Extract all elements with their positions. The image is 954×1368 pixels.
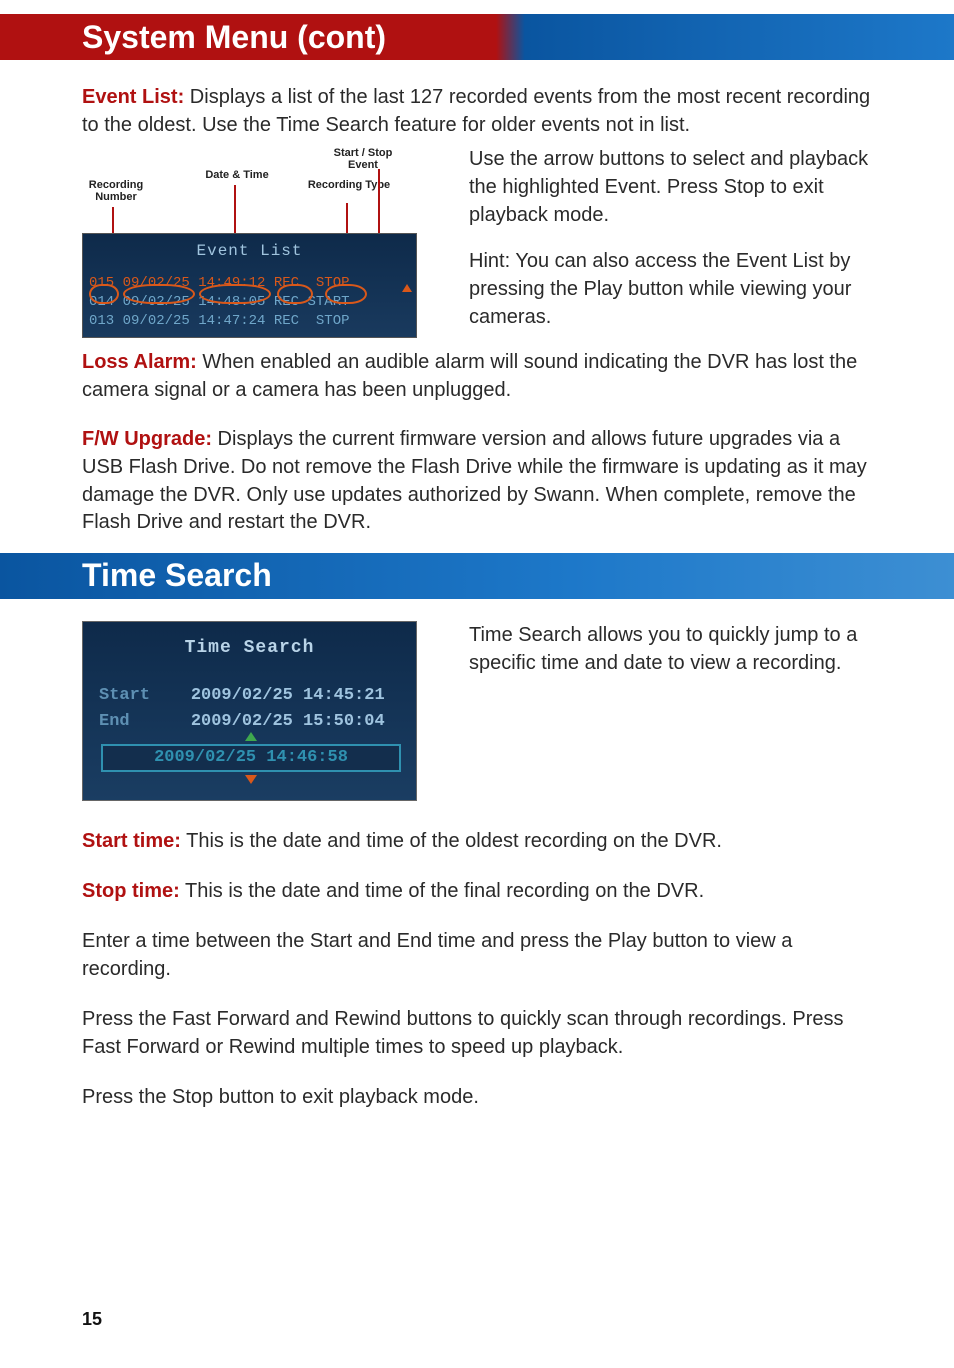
fast-forward-paragraph: Press the Fast Forward and Rewind button… <box>82 1005 872 1061</box>
start-time-label: Start time: <box>82 830 181 852</box>
section-heading-1: System Menu (cont) <box>82 19 386 56</box>
section-heading-2: Time Search <box>82 557 272 594</box>
stop-time-text: This is the date and time of the final r… <box>180 880 704 902</box>
highlight-oval-icon <box>199 284 271 304</box>
enter-time-paragraph: Enter a time between the Start and End t… <box>82 927 872 983</box>
start-time-paragraph: Start time: This is the date and time of… <box>82 827 872 855</box>
ts-end-value: 2009/02/25 15:50:04 <box>191 712 385 731</box>
highlight-oval-icon <box>123 284 195 304</box>
loss-alarm-label: Loss Alarm: <box>82 351 197 373</box>
arrow-up-green-icon <box>245 732 257 741</box>
stop-paragraph: Press the Stop button to exit playback m… <box>82 1083 872 1111</box>
time-search-side-text: Time Search allows you to quickly jump t… <box>469 621 872 677</box>
event-list-label: Event List: <box>82 86 184 108</box>
fw-upgrade-paragraph: F/W Upgrade: Displays the current firmwa… <box>82 426 872 536</box>
section-heading-band-2: Time Search <box>0 553 954 599</box>
ts-start-label: Start <box>99 686 150 705</box>
loss-alarm-text: When enabled an audible alarm will sound… <box>82 351 857 401</box>
time-search-screen: Time Search Start 2009/02/25 14:45:21 En… <box>82 621 417 801</box>
event-side-p1: Use the arrow buttons to select and play… <box>469 145 872 229</box>
stop-time-label: Stop time: <box>82 880 180 902</box>
label-recording-type: Recording Type <box>304 179 394 191</box>
label-start-stop-event: Start / Stop Event <box>318 147 408 171</box>
stop-time-paragraph: Stop time: This is the date and time of … <box>82 877 872 905</box>
event-list-screen-title: Event List <box>83 240 416 262</box>
section-heading-band: System Menu (cont) <box>0 14 954 60</box>
arrow-down-orange-icon <box>245 775 257 784</box>
event-list-screen: Event List 015 09/02/25 14:49:12 REC STO… <box>82 233 417 338</box>
fw-upgrade-label: F/W Upgrade: <box>82 428 212 450</box>
highlight-oval-icon <box>325 284 367 304</box>
event-row: 013 09/02/25 14:47:24 REC STOP <box>83 312 416 331</box>
ts-end-label: End <box>99 712 130 731</box>
page-number: 15 <box>82 1309 102 1330</box>
label-recording-number: Recording Number <box>76 179 156 203</box>
start-time-text: This is the date and time of the oldest … <box>181 830 722 852</box>
label-date-time: Date & Time <box>192 169 282 181</box>
ts-start-value: 2009/02/25 14:45:21 <box>191 686 385 705</box>
time-search-input[interactable]: 2009/02/25 14:46:58 <box>101 744 401 772</box>
time-search-title: Time Search <box>83 636 416 661</box>
event-list-figure: Recording Number Date & Time Start / Sto… <box>82 145 417 338</box>
event-list-text: Displays a list of the last 127 recorded… <box>82 86 870 136</box>
event-list-paragraph: Event List: Displays a list of the last … <box>82 84 872 139</box>
highlight-oval-icon <box>89 284 119 304</box>
event-side-p2: Hint: You can also access the Event List… <box>469 247 872 331</box>
arrow-up-icon <box>402 284 412 292</box>
highlight-oval-icon <box>277 284 313 304</box>
loss-alarm-paragraph: Loss Alarm: When enabled an audible alar… <box>82 349 872 404</box>
